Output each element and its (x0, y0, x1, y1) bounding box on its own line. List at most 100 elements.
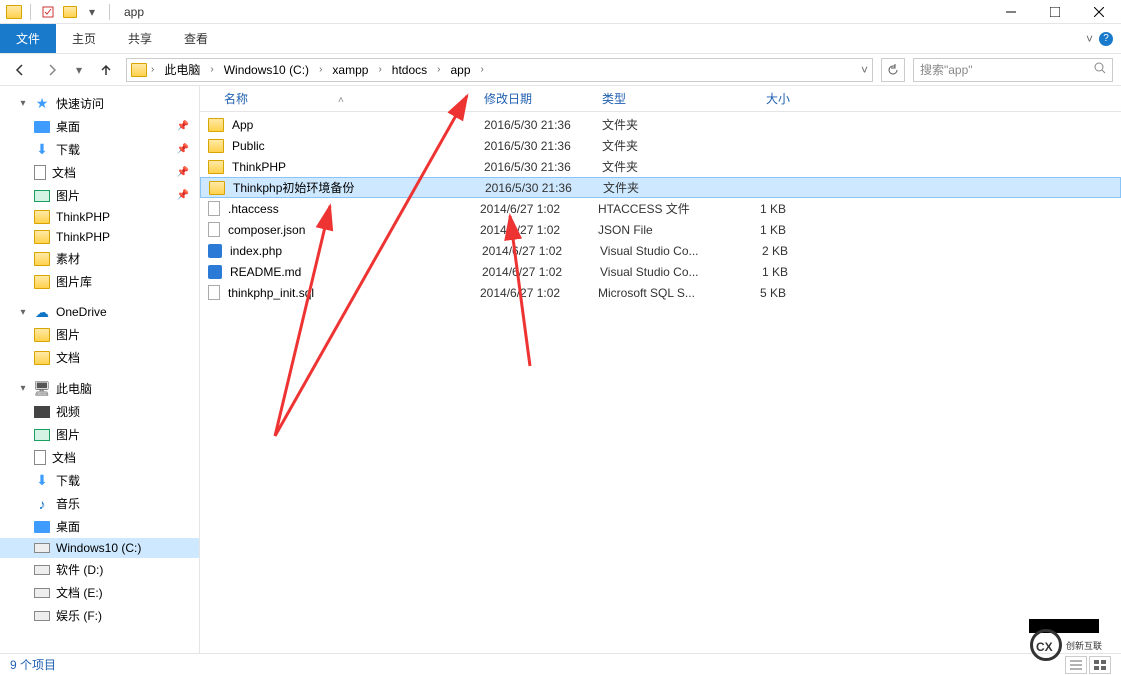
desktop-icon (34, 521, 50, 533)
download-icon: ⬇ (34, 142, 50, 158)
sidebar-item[interactable]: 软件 (D:) (0, 558, 199, 581)
sidebar-item-label: 图片 (56, 187, 80, 204)
svg-text:CX: CX (1036, 640, 1053, 654)
sidebar-item[interactable]: ThinkPHP (0, 227, 199, 247)
sidebar-item[interactable]: 图片 (0, 323, 199, 346)
sidebar-item[interactable]: ThinkPHP (0, 207, 199, 227)
star-icon: ★ (34, 96, 50, 112)
video-icon (34, 406, 50, 418)
tab-file[interactable]: 文件 (0, 24, 56, 53)
ribbon-tabs: 文件 主页 共享 查看 ˅ ? (0, 24, 1121, 54)
navigation-pane[interactable]: ▾★快速访问 桌面📌⬇下载📌文档📌图片📌ThinkPHPThinkPHP素材图片… (0, 86, 200, 653)
up-button[interactable] (94, 58, 118, 82)
help-icon[interactable]: ? (1099, 32, 1113, 46)
sidebar-item[interactable]: Windows10 (C:) (0, 538, 199, 558)
file-type: Microsoft SQL S... (598, 286, 716, 300)
file-row[interactable]: Public2016/5/30 21:36文件夹 (200, 135, 1121, 156)
file-date: 2014/6/27 1:02 (480, 202, 598, 216)
chevron-right-icon[interactable]: › (151, 64, 154, 75)
pic-icon (34, 190, 50, 202)
address-dropdown-icon[interactable]: ˅ (861, 63, 868, 77)
sort-indicator-icon: ˄ (338, 95, 344, 106)
sidebar-item[interactable]: ⬇下载 (0, 469, 199, 492)
sidebar-item[interactable]: 文档 (0, 346, 199, 369)
pin-icon: 📌 (177, 144, 189, 155)
search-placeholder: 搜索"app" (920, 61, 973, 78)
sidebar-item[interactable]: ♪音乐 (0, 492, 199, 515)
sidebar-item[interactable]: 桌面📌 (0, 115, 199, 138)
file-row[interactable]: Thinkphp初始环境备份2016/5/30 21:36文件夹 (200, 177, 1121, 198)
sidebar-item[interactable]: 图片 (0, 423, 199, 446)
close-button[interactable] (1077, 0, 1121, 24)
sidebar-item[interactable]: 图片 📌 (0, 184, 199, 207)
tab-share[interactable]: 共享 (112, 24, 168, 53)
crumb-htdocs[interactable]: htdocs (386, 61, 433, 79)
chevron-right-icon[interactable]: › (437, 64, 440, 75)
sidebar-item[interactable]: 文档📌 (0, 161, 199, 184)
maximize-button[interactable] (1033, 0, 1077, 24)
back-button[interactable] (8, 58, 32, 82)
this-pc-header[interactable]: ▾🖥此电脑 (0, 377, 199, 400)
file-row[interactable]: README.md2014/6/27 1:02Visual Studio Co.… (200, 261, 1121, 282)
sidebar-item-label: 音乐 (56, 495, 80, 512)
file-row[interactable]: ThinkPHP2016/5/30 21:36文件夹 (200, 156, 1121, 177)
forward-button[interactable] (40, 58, 64, 82)
qat-properties-icon[interactable] (39, 3, 57, 21)
address-bar[interactable]: › 此电脑 › Windows10 (C:) › xampp › htdocs … (126, 58, 873, 82)
file-rows: App2016/5/30 21:36文件夹Public2016/5/30 21:… (200, 112, 1121, 303)
file-type: 文件夹 (603, 179, 721, 196)
quick-access-header[interactable]: ▾★快速访问 (0, 92, 199, 115)
file-name: ThinkPHP (232, 160, 484, 174)
file-row[interactable]: index.php2014/6/27 1:02Visual Studio Co.… (200, 240, 1121, 261)
minimize-button[interactable] (989, 0, 1033, 24)
sidebar-item[interactable]: 文档 (E:) (0, 581, 199, 604)
sidebar-item-label: 文档 (52, 164, 76, 181)
file-size: 1 KB (716, 202, 786, 216)
column-headers[interactable]: 名称˄ 修改日期 类型 大小 (200, 86, 1121, 112)
column-size[interactable]: 大小 (720, 90, 790, 107)
chevron-right-icon[interactable]: › (210, 64, 213, 75)
search-input[interactable]: 搜索"app" (913, 58, 1113, 82)
sidebar-item[interactable]: 素材 (0, 247, 199, 270)
tab-home[interactable]: 主页 (56, 24, 112, 53)
doc-icon (34, 165, 46, 180)
group-this-pc: ▾🖥此电脑 视频图片文档⬇下载♪音乐桌面Windows10 (C:)软件 (D:… (0, 377, 199, 627)
crumb-this-pc[interactable]: 此电脑 (158, 59, 206, 80)
onedrive-header[interactable]: ▾☁OneDrive (0, 301, 199, 323)
sidebar-item[interactable]: 文档 (0, 446, 199, 469)
crumb-app[interactable]: app (444, 61, 476, 79)
sidebar-item[interactable]: 桌面 (0, 515, 199, 538)
window-controls (989, 0, 1121, 24)
refresh-button[interactable] (881, 58, 905, 82)
recent-dropdown[interactable]: ▾ (72, 58, 86, 82)
vs-icon (208, 244, 222, 258)
file-row[interactable]: thinkphp_init.sql2014/6/27 1:02Microsoft… (200, 282, 1121, 303)
qat-newfolder-icon[interactable] (61, 3, 79, 21)
folder-icon (208, 118, 224, 132)
ribbon-expand-icon[interactable]: ˅ (1086, 32, 1093, 46)
window-title: app (124, 5, 144, 19)
file-type: 文件夹 (602, 137, 720, 154)
folder-icon (34, 252, 50, 266)
sidebar-item[interactable]: 视频 (0, 400, 199, 423)
file-row[interactable]: App2016/5/30 21:36文件夹 (200, 114, 1121, 135)
chevron-right-icon[interactable]: › (319, 64, 322, 75)
file-row[interactable]: composer.json2014/6/27 1:02JSON File1 KB (200, 219, 1121, 240)
pin-icon: 📌 (177, 190, 189, 201)
qat-dropdown-icon[interactable]: ▾ (83, 3, 101, 21)
crumb-xampp[interactable]: xampp (326, 61, 374, 79)
column-name[interactable]: 名称˄ (224, 90, 484, 107)
chevron-right-icon[interactable]: › (378, 64, 381, 75)
column-type[interactable]: 类型 (602, 90, 720, 107)
file-row[interactable]: .htaccess2014/6/27 1:02HTACCESS 文件1 KB (200, 198, 1121, 219)
file-date: 2016/5/30 21:36 (484, 160, 602, 174)
crumb-c-drive[interactable]: Windows10 (C:) (218, 61, 315, 79)
tab-view[interactable]: 查看 (168, 24, 224, 53)
search-icon (1094, 62, 1106, 77)
sidebar-item[interactable]: 图片库 (0, 270, 199, 293)
sidebar-item[interactable]: ⬇下载📌 (0, 138, 199, 161)
status-item-count: 9 个项目 (10, 656, 56, 673)
chevron-right-icon[interactable]: › (481, 64, 484, 75)
sidebar-item[interactable]: 娱乐 (F:) (0, 604, 199, 627)
column-date[interactable]: 修改日期 (484, 90, 602, 107)
